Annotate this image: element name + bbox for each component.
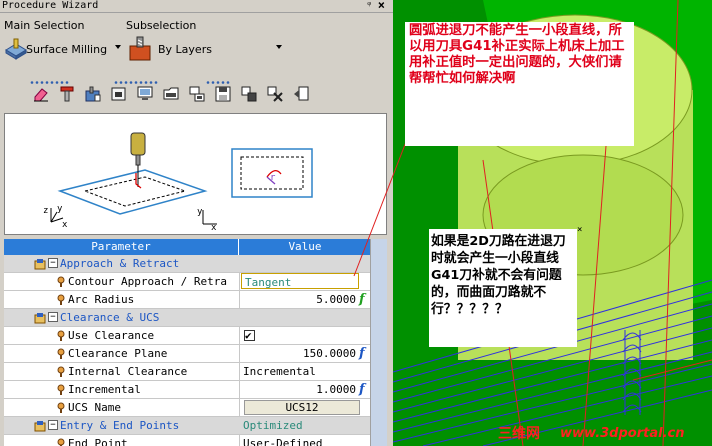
surface-milling-icon: [5, 38, 27, 60]
axis-y-label: y: [57, 204, 63, 214]
row-contour-approach[interactable]: Contour Approach / Retra Tangent: [4, 273, 370, 291]
row-incremental[interactable]: Incremental 1.0000 f: [4, 381, 370, 399]
preview-plane-outer: [57, 169, 208, 215]
annotation-note-2d-path: 如果是2D刀路在进退刀时就会产生一小段直线G41刀补就不会有问题的，而曲面刀路就…: [429, 229, 577, 347]
use-clearance-checkbox[interactable]: ✔: [244, 329, 255, 342]
monitor-icon[interactable]: [134, 84, 156, 104]
ucs-name-button[interactable]: UCS12: [244, 400, 360, 415]
watermark-brand: 三维网: [498, 426, 540, 442]
network-icon[interactable]: [186, 84, 208, 104]
row-end-point[interactable]: End Point User-Defined: [4, 435, 370, 446]
incremental-value[interactable]: 1.0000: [241, 381, 358, 398]
contour-approach-value[interactable]: Tangent: [241, 273, 359, 289]
row-internal-clearance[interactable]: Internal Clearance Incremental: [4, 363, 370, 381]
stock-icon[interactable]: [82, 84, 104, 104]
formula-icon[interactable]: f: [359, 345, 365, 362]
arc-radius-value[interactable]: 5.0000: [241, 291, 358, 308]
parameter-bulb-icon: [57, 402, 65, 413]
entry-end-points-value[interactable]: Optimized: [241, 417, 358, 434]
internal-clearance-value[interactable]: Incremental: [241, 363, 358, 380]
watermark-url: www.3dportal.cn: [560, 426, 685, 441]
parameter-bulb-icon: [57, 294, 65, 305]
note-leader-line: [353, 141, 407, 277]
tools-icon[interactable]: [264, 84, 286, 104]
preview-tool-body: [130, 132, 146, 156]
axis-z-label: z: [43, 206, 48, 216]
eraser-icon[interactable]: [30, 84, 52, 104]
parameter-bulb-icon: [57, 384, 65, 395]
crosshair-marker: ×: [577, 225, 582, 235]
group-row-entry-end-points[interactable]: − Entry & End Points Optimized: [4, 417, 370, 435]
folder-icon[interactable]: [160, 84, 182, 104]
parameter-bulb-icon: [57, 438, 65, 446]
annotation-note-arc-issue: 圆弧进退刀不能产生一小段直线，所以用刀具G41补正实际上机床上加工用补正值时一定…: [405, 22, 634, 146]
group-row-approach-retract[interactable]: − Approach & Retract: [4, 255, 370, 273]
by-layers-icon: [129, 36, 151, 61]
machine-icon[interactable]: [108, 84, 130, 104]
title-bar: Procedure Wizard ᵠ ×: [0, 0, 393, 13]
parameter-column-header[interactable]: Parameter: [4, 239, 239, 255]
subselection-dropdown-icon[interactable]: [276, 45, 282, 49]
parameter-bulb-icon: [57, 348, 65, 359]
tool-icon[interactable]: [56, 84, 78, 104]
pin-icon[interactable]: ᵠ: [367, 0, 371, 11]
parameter-bulb-icon: [57, 330, 65, 341]
clearance-plane-value[interactable]: 150.0000: [241, 345, 358, 362]
end-point-value[interactable]: User-Defined: [241, 435, 358, 446]
group-icon: [34, 313, 46, 324]
approach-preview: z y x r y x: [4, 113, 387, 235]
subselection-value[interactable]: By Layers: [158, 43, 212, 56]
close-icon[interactable]: ×: [378, 0, 385, 11]
row-arc-radius[interactable]: Arc Radius 5.0000 f: [4, 291, 370, 309]
main-selection-value[interactable]: Surface Milling: [26, 43, 107, 56]
collapse-toggle-icon[interactable]: −: [48, 258, 58, 268]
radius-label: r: [270, 173, 276, 183]
parameter-bulb-icon: [57, 366, 65, 377]
group-row-clearance-ucs[interactable]: − Clearance & UCS: [4, 309, 370, 327]
main-selection-dropdown-icon[interactable]: [115, 45, 121, 49]
parameter-grid: Parameter Value − Approach & Retract Con…: [4, 239, 370, 446]
wizard-toolbar: [30, 84, 312, 106]
collapse-toggle-icon[interactable]: −: [48, 312, 58, 322]
settings-icon[interactable]: [238, 84, 260, 104]
group-icon: [34, 259, 46, 270]
collapse-toggle-icon[interactable]: −: [48, 420, 58, 430]
formula-icon[interactable]: f: [359, 291, 365, 308]
axis-x-label: x: [62, 220, 68, 230]
row-clearance-plane[interactable]: Clearance Plane 150.0000 f: [4, 345, 370, 363]
window-title: Procedure Wizard: [2, 0, 99, 11]
row-ucs-name[interactable]: UCS Name UCS12: [4, 399, 370, 417]
save-icon[interactable]: [212, 84, 234, 104]
main-selection-label: Main Selection: [4, 19, 85, 32]
subselection-label: Subselection: [126, 19, 197, 32]
group-icon: [34, 421, 46, 432]
parameter-bulb-icon: [57, 276, 65, 287]
procedure-wizard-panel: Procedure Wizard ᵠ × Main Selection Surf…: [0, 0, 393, 446]
export-icon[interactable]: [290, 84, 312, 104]
grid-header: Parameter Value: [4, 239, 370, 255]
preview-tool-shank: [135, 154, 141, 166]
formula-icon[interactable]: f: [359, 381, 365, 398]
site-watermark: 三维网 www.3dportal.cn: [494, 424, 712, 446]
axis2-y-label: y: [197, 207, 203, 217]
row-use-clearance[interactable]: Use Clearance ✔: [4, 327, 370, 345]
axis2-x-label: x: [211, 223, 217, 233]
